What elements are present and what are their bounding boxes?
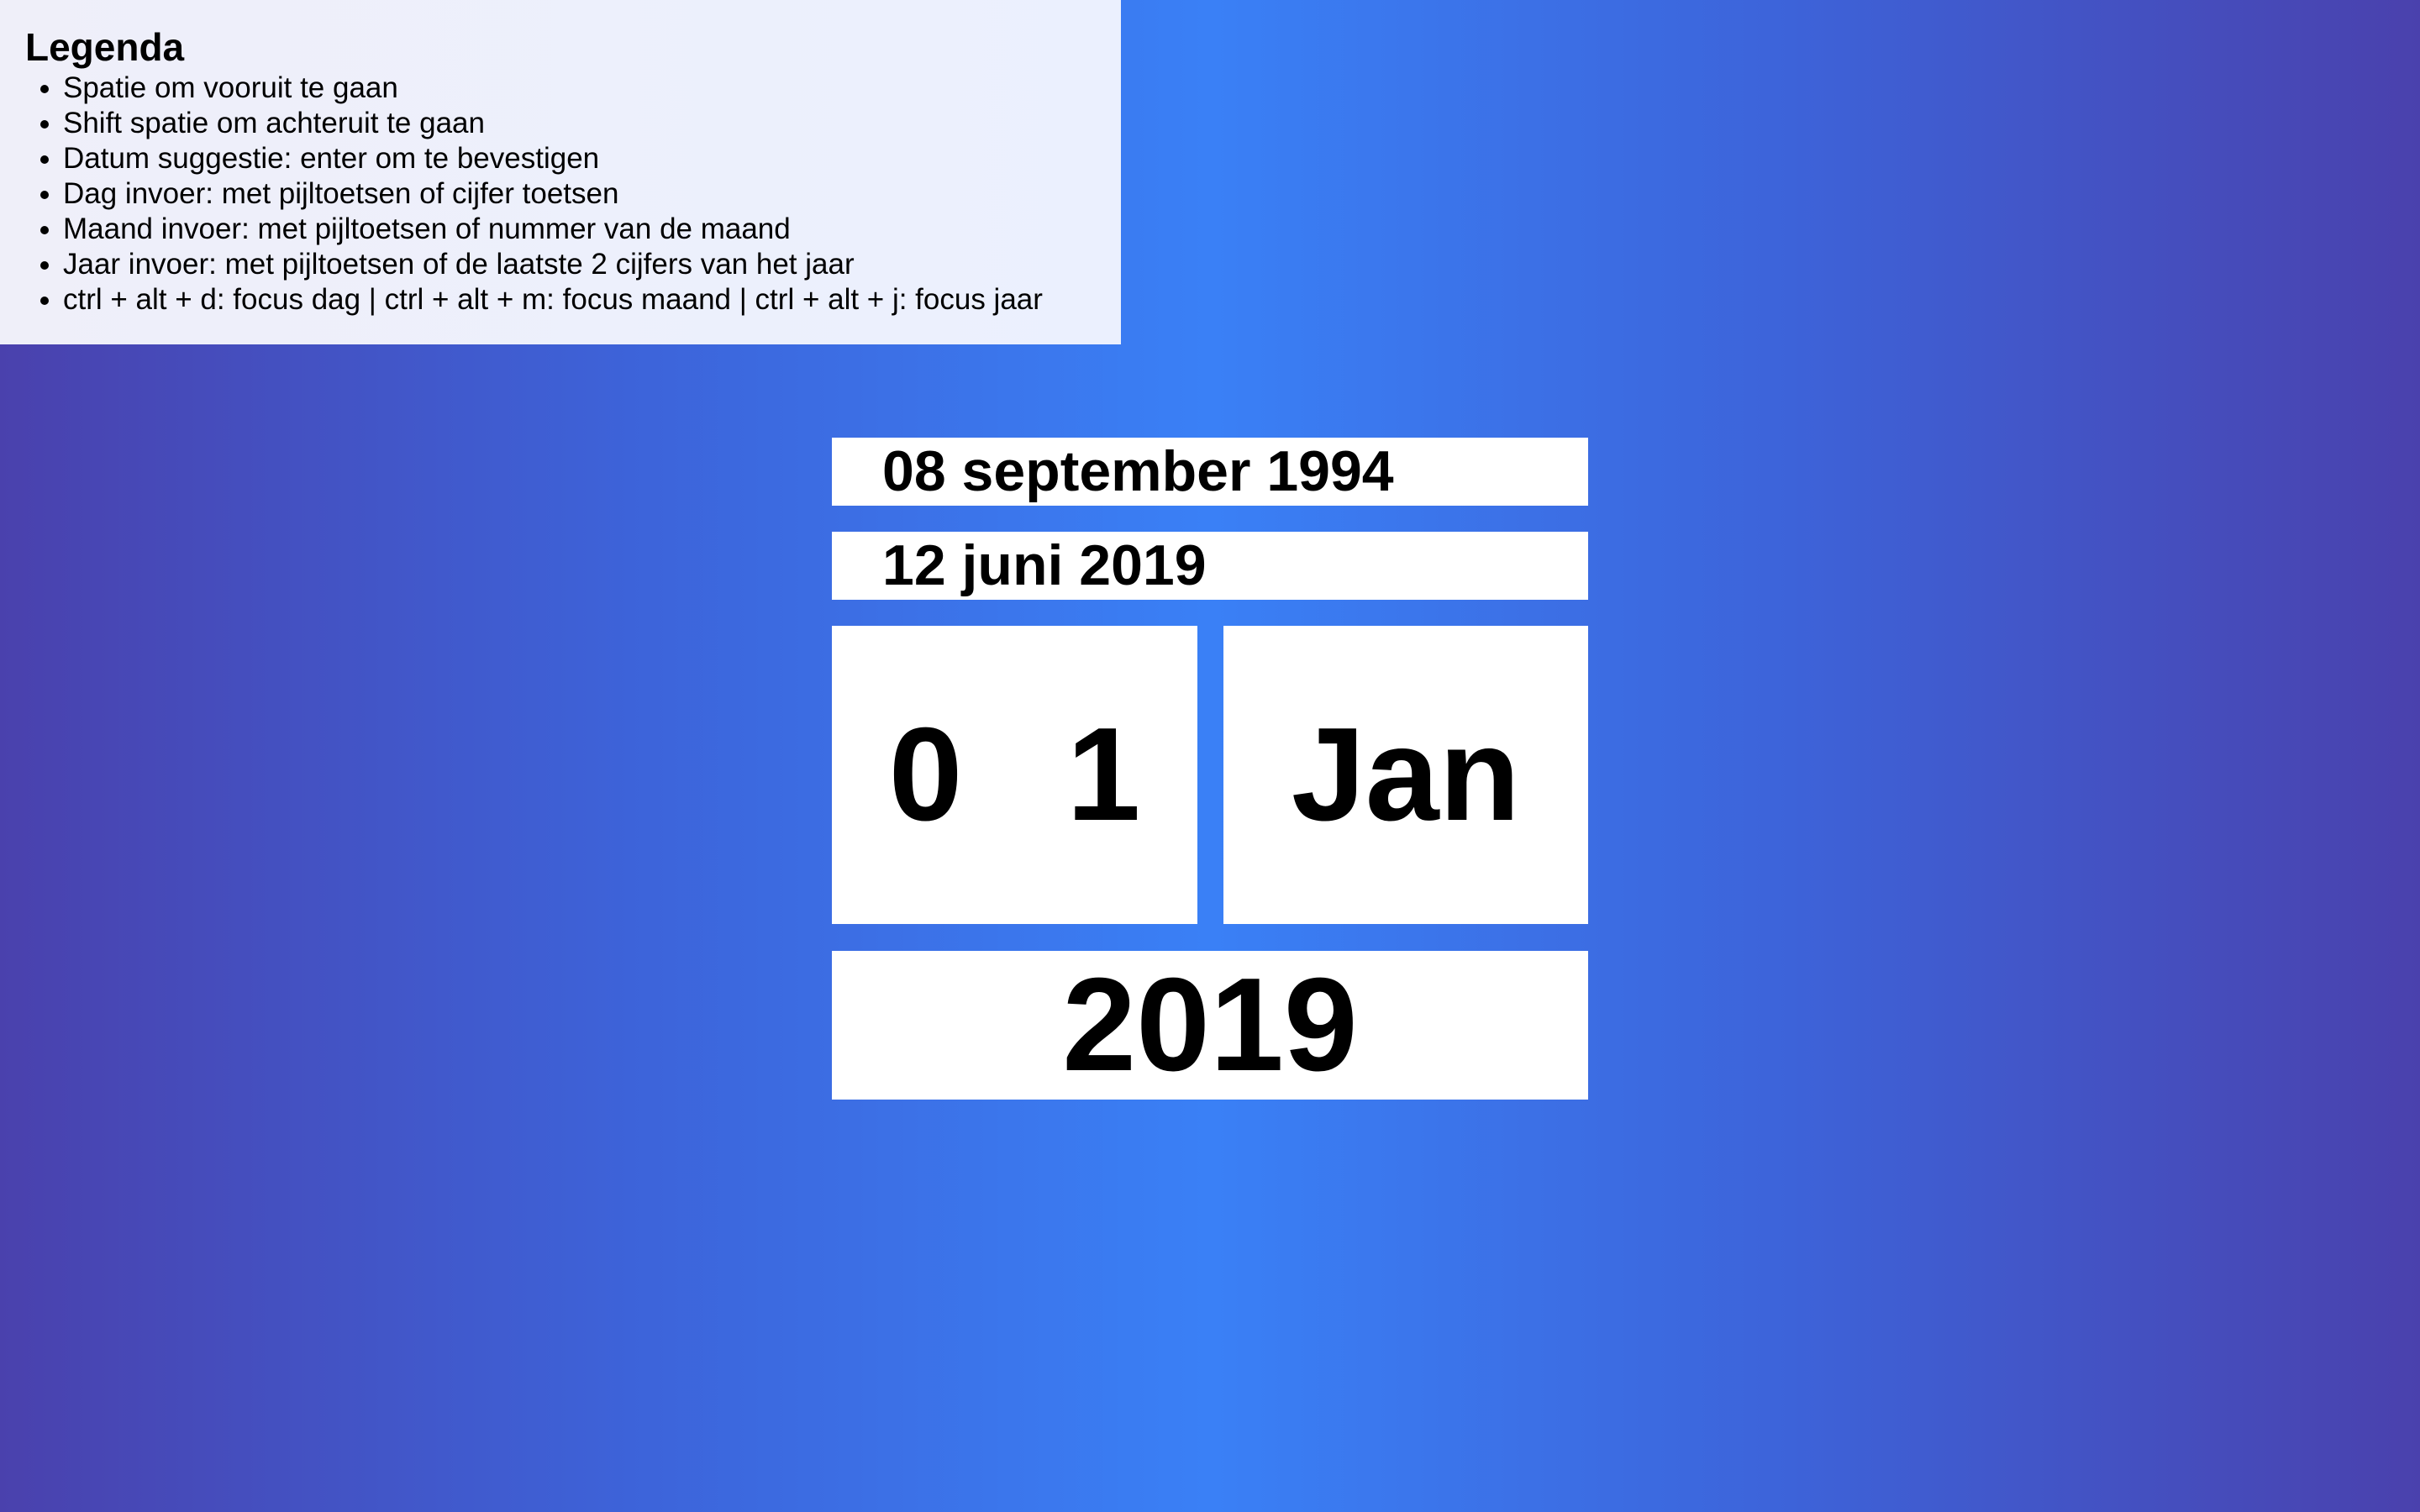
legend-item: Datum suggestie: enter om te bevestigen	[63, 141, 1096, 176]
legend-title: Legenda	[25, 25, 185, 69]
legend-item: Shift spatie om achteruit te gaan	[63, 106, 1096, 141]
legend-list: Spatie om vooruit te gaan Shift spatie o…	[25, 71, 1096, 318]
legend-item: Dag invoer: met pijltoetsen of cijfer to…	[63, 176, 1096, 212]
date-suggestion-1[interactable]: 08 september 1994	[832, 438, 1588, 506]
day-input[interactable]: 0 1	[832, 626, 1197, 924]
legend-item: Spatie om vooruit te gaan	[63, 71, 1096, 106]
month-input[interactable]: Jan	[1223, 626, 1588, 924]
legend-item: Jaar invoer: met pijltoetsen of de laats…	[63, 247, 1096, 282]
legend-item: ctrl + alt + d: focus dag | ctrl + alt +…	[63, 282, 1096, 318]
date-suggestion-2[interactable]: 12 juni 2019	[832, 532, 1588, 600]
legend-panel: Legenda Spatie om vooruit te gaan Shift …	[0, 0, 1121, 344]
year-input[interactable]: 2019	[832, 951, 1588, 1100]
legend-item: Maand invoer: met pijltoetsen of nummer …	[63, 212, 1096, 247]
